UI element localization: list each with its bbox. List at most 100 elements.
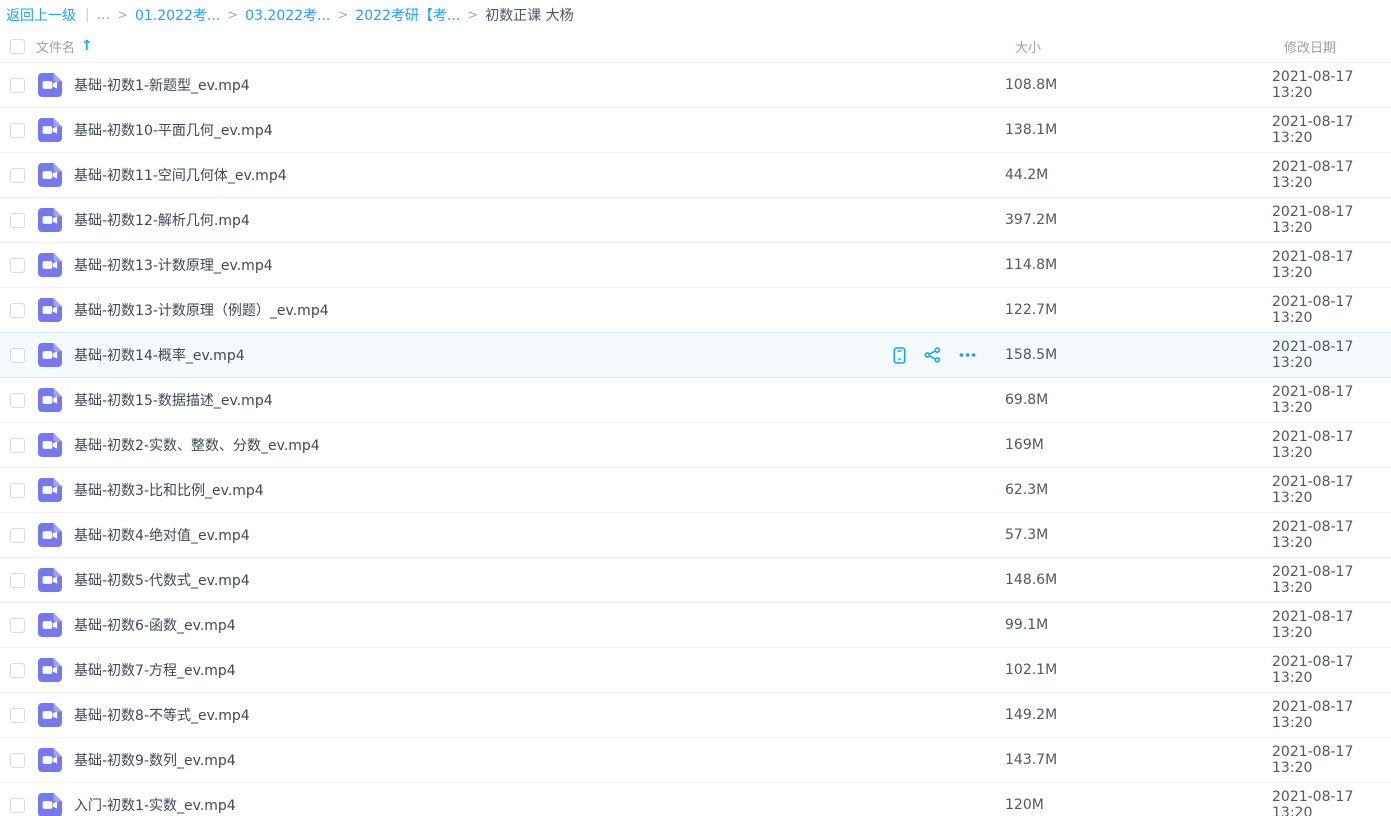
table-row[interactable]: 基础-初数12-解析几何.mp4397.2M2021-08-17 13:20 <box>0 198 1391 243</box>
file-modified: 2021-08-17 13:20 <box>1272 564 1391 596</box>
file-modified: 2021-08-17 13:20 <box>1272 69 1391 101</box>
video-file-icon <box>38 208 62 232</box>
file-name[interactable]: 基础-初数8-不等式_ev.mp4 <box>74 705 250 725</box>
file-name[interactable]: 基础-初数4-绝对值_ev.mp4 <box>74 525 250 545</box>
file-size: 169M <box>1005 437 1272 453</box>
breadcrumb-pipe-separator: | <box>85 7 90 23</box>
table-row[interactable]: 基础-初数6-函数_ev.mp499.1M2021-08-17 13:20 <box>0 603 1391 648</box>
column-header-modified[interactable]: 修改日期 <box>1284 41 1336 56</box>
file-name-cell: 基础-初数4-绝对值_ev.mp4 <box>62 525 1005 545</box>
file-size: 143.7M <box>1005 752 1272 768</box>
file-name[interactable]: 基础-初数5-代数式_ev.mp4 <box>74 570 250 590</box>
video-file-icon <box>38 523 62 547</box>
row-checkbox[interactable] <box>10 303 25 318</box>
video-file-icon <box>38 163 62 187</box>
row-checkbox[interactable] <box>10 708 25 723</box>
phone-icon[interactable] <box>892 347 907 364</box>
file-size: 114.8M <box>1005 257 1272 273</box>
file-modified: 2021-08-17 13:20 <box>1272 789 1391 816</box>
table-row[interactable]: 基础-初数2-实数、整数、分数_ev.mp4 169M2021-08-17 13:… <box>0 423 1391 468</box>
file-size: 397.2M <box>1005 212 1272 228</box>
table-row[interactable]: 基础-初数15-数据描述_ev.mp469.8M2021-08-17 13:20 <box>0 378 1391 423</box>
row-checkbox[interactable] <box>10 798 25 813</box>
video-file-icon <box>38 433 62 457</box>
column-header-name[interactable]: 文件名 <box>36 37 75 56</box>
video-file-icon <box>38 748 62 772</box>
file-name[interactable]: 基础-初数13-计数原理_ev.mp4 <box>74 255 273 275</box>
row-checkbox[interactable] <box>10 618 25 633</box>
table-row[interactable]: 基础-初数10-平面几何_ev.mp4 138.1M2021-08-17 13:2… <box>0 108 1391 153</box>
file-name[interactable]: 基础-初数13-计数原理（例题）_ev.mp4 <box>74 300 329 320</box>
file-name-cell: 入门-初数1-实数_ev.mp4 <box>62 795 1005 815</box>
table-row[interactable]: 基础-初数9-数列_ev.mp4 143.7M2021-08-17 13:20 <box>0 738 1391 783</box>
table-row[interactable]: 基础-初数14-概率_ev.mp4158.5M2021-08-17 13:20 <box>0 333 1391 378</box>
video-file-icon <box>38 703 62 727</box>
column-header-size[interactable]: 大小 <box>1015 41 1041 56</box>
breadcrumb-separator: > <box>117 8 128 23</box>
file-modified: 2021-08-17 13:20 <box>1272 249 1391 281</box>
file-name[interactable]: 基础-初数9-数列_ev.mp4 <box>74 750 236 770</box>
breadcrumb: 返回上一级 | ... >01.2022考...>03.2022考...>202… <box>0 0 1391 30</box>
breadcrumb-separator: > <box>467 8 478 23</box>
file-modified: 2021-08-17 13:20 <box>1272 159 1391 191</box>
row-checkbox[interactable] <box>10 438 25 453</box>
file-modified: 2021-08-17 13:20 <box>1272 744 1391 776</box>
file-name-cell: 基础-初数11-空间几何体_ev.mp4 <box>62 165 1005 185</box>
row-checkbox[interactable] <box>10 78 25 93</box>
row-checkbox[interactable] <box>10 483 25 498</box>
row-checkbox[interactable] <box>10 168 25 183</box>
row-checkbox[interactable] <box>10 663 25 678</box>
breadcrumb-separator: > <box>227 8 238 23</box>
file-size: 57.3M <box>1005 527 1272 543</box>
share-icon[interactable] <box>924 347 941 363</box>
file-size: 148.6M <box>1005 572 1272 588</box>
breadcrumb-back-link[interactable]: 返回上一级 <box>6 5 76 25</box>
table-row[interactable]: 基础-初数1-新题型_ev.mp4 108.8M2021-08-17 13:20 <box>0 63 1391 108</box>
file-size: 138.1M <box>1005 122 1272 138</box>
file-name[interactable]: 基础-初数12-解析几何.mp4 <box>74 210 250 230</box>
table-row[interactable]: 基础-初数13-计数原理（例题）_ev.mp4122.7M2021-08-17 … <box>0 288 1391 333</box>
file-size: 108.8M <box>1005 77 1272 93</box>
more-icon[interactable] <box>958 347 977 363</box>
table-row[interactable]: 基础-初数11-空间几何体_ev.mp444.2M2021-08-17 13:2… <box>0 153 1391 198</box>
table-row[interactable]: 基础-初数13-计数原理_ev.mp4 114.8M2021-08-17 13:2… <box>0 243 1391 288</box>
breadcrumb-link[interactable]: 01.2022考... <box>135 5 220 25</box>
file-name[interactable]: 基础-初数2-实数、整数、分数_ev.mp4 <box>74 435 320 455</box>
table-row[interactable]: 基础-初数5-代数式_ev.mp4 148.6M2021-08-17 13:20 <box>0 558 1391 603</box>
row-checkbox[interactable] <box>10 123 25 138</box>
table-row[interactable]: 入门-初数1-实数_ev.mp4 120M2021-08-17 13:20 <box>0 783 1391 816</box>
row-checkbox[interactable] <box>10 258 25 273</box>
file-name[interactable]: 基础-初数6-函数_ev.mp4 <box>74 615 236 635</box>
row-checkbox[interactable] <box>10 528 25 543</box>
file-modified: 2021-08-17 13:20 <box>1272 654 1391 686</box>
file-name[interactable]: 基础-初数15-数据描述_ev.mp4 <box>74 390 273 410</box>
row-actions <box>892 347 977 364</box>
row-checkbox[interactable] <box>10 348 25 363</box>
file-name[interactable]: 基础-初数7-方程_ev.mp4 <box>74 660 236 680</box>
file-size: 99.1M <box>1005 617 1272 633</box>
row-checkbox[interactable] <box>10 393 25 408</box>
breadcrumb-link[interactable]: 03.2022考... <box>245 5 330 25</box>
sort-ascending-icon[interactable]: ↑ <box>81 38 93 54</box>
file-name-cell: 基础-初数13-计数原理（例题）_ev.mp4 <box>62 300 1005 320</box>
file-name[interactable]: 基础-初数11-空间几何体_ev.mp4 <box>74 165 287 185</box>
file-modified: 2021-08-17 13:20 <box>1272 114 1391 146</box>
row-checkbox[interactable] <box>10 573 25 588</box>
table-row[interactable]: 基础-初数7-方程_ev.mp4102.1M2021-08-17 13:20 <box>0 648 1391 693</box>
breadcrumb-link[interactable]: 2022考研【考... <box>355 5 460 25</box>
row-checkbox[interactable] <box>10 213 25 228</box>
file-name[interactable]: 基础-初数1-新题型_ev.mp4 <box>74 75 250 95</box>
file-modified: 2021-08-17 13:20 <box>1272 699 1391 731</box>
file-size: 120M <box>1005 797 1272 813</box>
table-row[interactable]: 基础-初数8-不等式_ev.mp4149.2M2021-08-17 13:20 <box>0 693 1391 738</box>
file-name-cell: 基础-初数15-数据描述_ev.mp4 <box>62 390 1005 410</box>
file-name[interactable]: 入门-初数1-实数_ev.mp4 <box>74 795 236 815</box>
file-modified: 2021-08-17 13:20 <box>1272 429 1391 461</box>
select-all-checkbox[interactable] <box>10 39 25 54</box>
table-row[interactable]: 基础-初数3-比和比例_ev.mp462.3M2021-08-17 13:20 <box>0 468 1391 513</box>
file-name[interactable]: 基础-初数10-平面几何_ev.mp4 <box>74 120 273 140</box>
table-row[interactable]: 基础-初数4-绝对值_ev.mp457.3M2021-08-17 13:20 <box>0 513 1391 558</box>
file-name[interactable]: 基础-初数14-概率_ev.mp4 <box>74 345 245 365</box>
file-name[interactable]: 基础-初数3-比和比例_ev.mp4 <box>74 480 264 500</box>
row-checkbox[interactable] <box>10 753 25 768</box>
